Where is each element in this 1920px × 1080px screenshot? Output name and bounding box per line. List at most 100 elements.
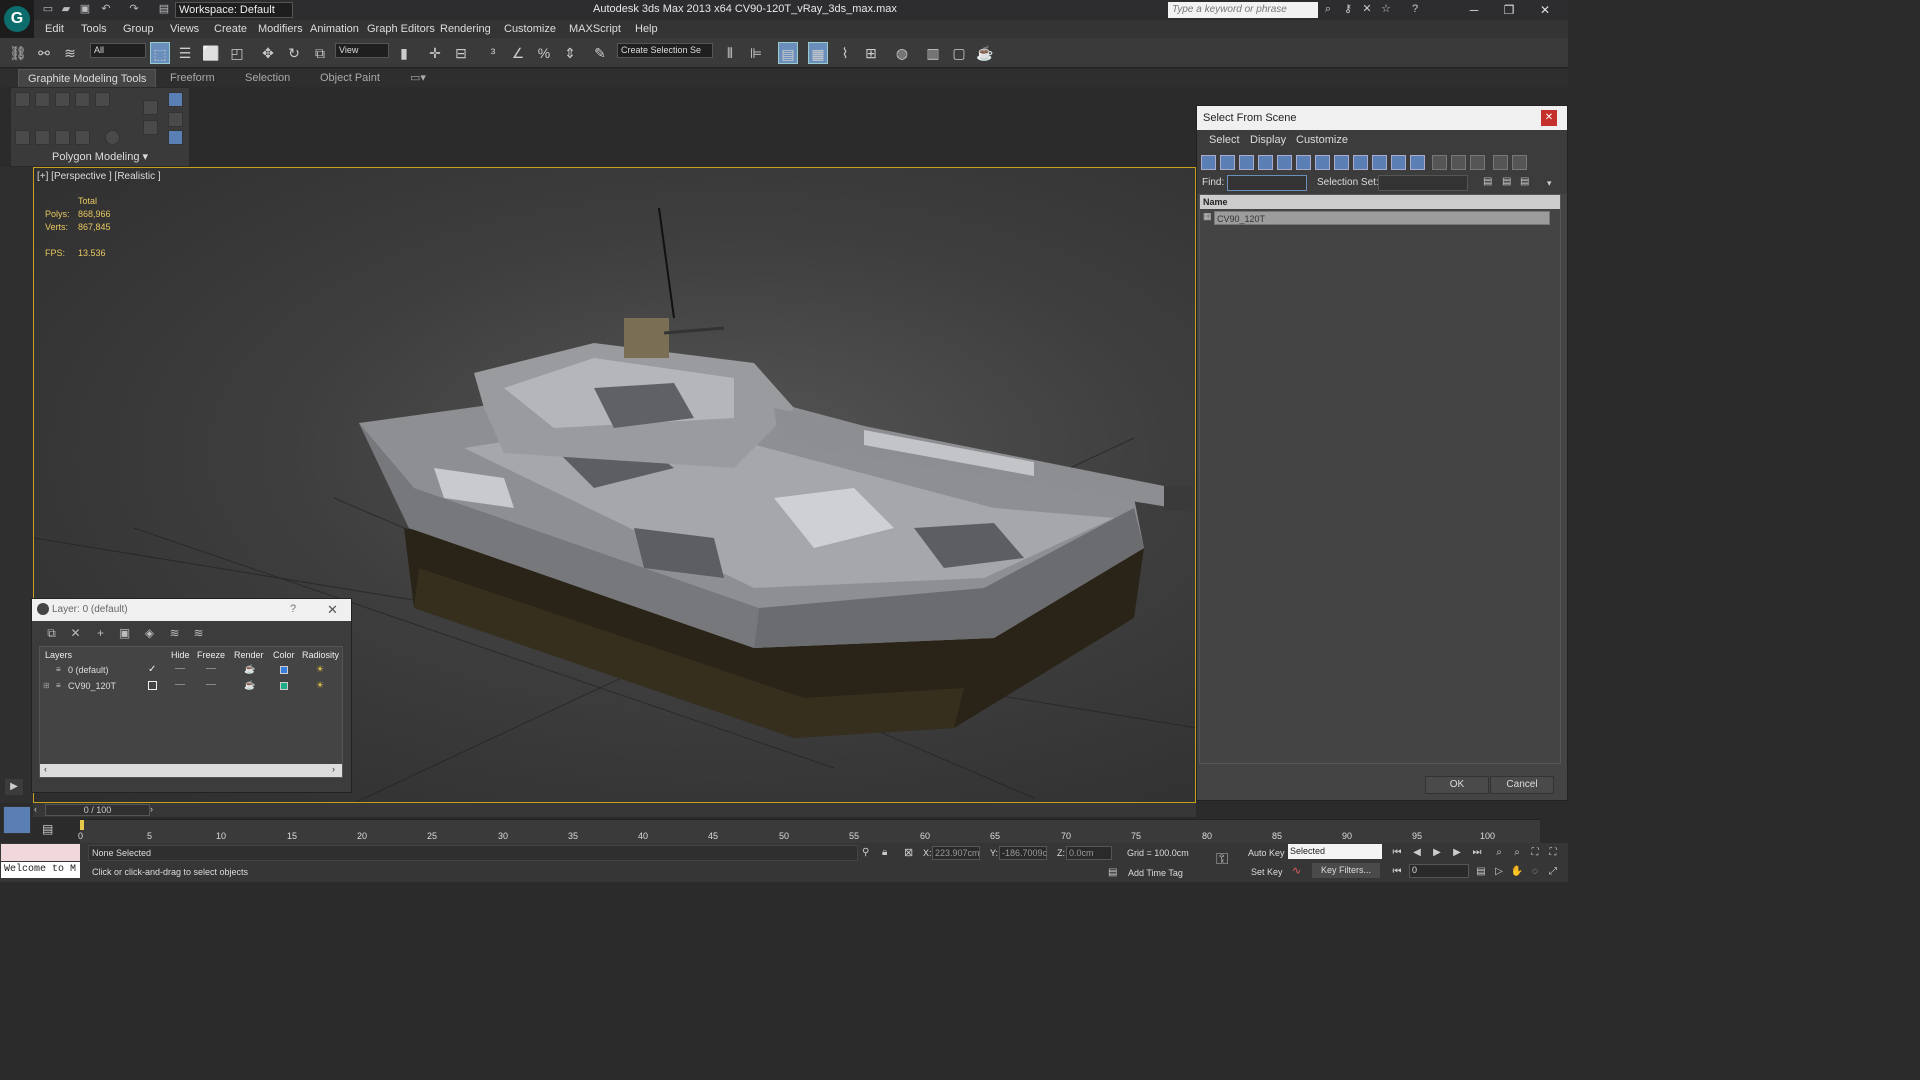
- selection-set-tool-icon[interactable]: ▤: [1483, 176, 1497, 190]
- menu-customize[interactable]: Customize: [504, 21, 556, 37]
- zoom-extents-icon[interactable]: ⛶: [1528, 846, 1542, 860]
- time-marker[interactable]: [80, 820, 84, 830]
- layer-color-swatch[interactable]: [280, 682, 288, 690]
- display-none-icon[interactable]: [1451, 155, 1466, 170]
- ribbon-tool-icon[interactable]: [75, 92, 90, 107]
- cancel-button[interactable]: Cancel: [1490, 776, 1554, 794]
- select-object-icon[interactable]: ⬚: [150, 42, 170, 64]
- key-filters-button[interactable]: Key Filters...: [1312, 863, 1380, 878]
- undo-icon[interactable]: ↶: [98, 2, 114, 17]
- time-slider[interactable]: 0 / 100: [45, 804, 150, 816]
- menu-animation[interactable]: Animation: [310, 21, 359, 37]
- selection-lock-icon[interactable]: 🔒︎: [882, 847, 887, 858]
- ribbon-tool-icon[interactable]: [168, 112, 183, 127]
- filter-containers-icon[interactable]: [1372, 155, 1387, 170]
- edit-named-selection-icon[interactable]: ✎: [590, 42, 610, 64]
- percent-snap-icon[interactable]: %: [534, 42, 554, 64]
- tab-selection[interactable]: Selection: [245, 71, 290, 85]
- ok-button[interactable]: OK: [1425, 776, 1489, 794]
- set-key-icon[interactable]: ⚿: [1216, 851, 1228, 869]
- scroll-left-icon[interactable]: ‹: [44, 764, 47, 774]
- ribbon-tool-icon[interactable]: [168, 92, 183, 107]
- menu-display[interactable]: Display: [1250, 134, 1286, 146]
- rendered-frame-window-icon[interactable]: ▢: [949, 42, 969, 64]
- maximize-viewport-icon[interactable]: ⤢: [1546, 865, 1560, 879]
- filter-lights-icon[interactable]: [1239, 155, 1254, 170]
- menu-create[interactable]: Create: [214, 21, 247, 37]
- radiosity-icon[interactable]: ☀: [316, 680, 324, 691]
- pivot-center-icon[interactable]: ▮: [394, 42, 414, 64]
- key-curve-icon[interactable]: ∿: [1292, 864, 1301, 877]
- search-input[interactable]: Type a keyword or phrase: [1168, 2, 1318, 18]
- tab-freeform[interactable]: Freeform: [170, 71, 215, 85]
- ribbon-tool-icon[interactable]: [95, 92, 110, 107]
- display-invert-icon[interactable]: [1470, 155, 1485, 170]
- table-row[interactable]: ⊞ ≡ CV90_120T ☕ ☀: [40, 680, 342, 694]
- freeze-toggle[interactable]: [206, 684, 216, 685]
- ribbon-tool-icon[interactable]: [75, 130, 90, 145]
- time-prev-icon[interactable]: ‹: [34, 804, 44, 816]
- render-production-icon[interactable]: ☕: [975, 42, 995, 64]
- find-input[interactable]: [1227, 175, 1307, 191]
- ribbon-tool-icon[interactable]: [105, 130, 120, 145]
- column-header-name[interactable]: Name: [1200, 195, 1560, 209]
- window-crossing-icon[interactable]: ◰: [227, 42, 247, 64]
- mini-listener-icon[interactable]: [3, 806, 31, 834]
- spinner-snap-icon[interactable]: ⇕: [560, 42, 580, 64]
- move-icon[interactable]: ✥: [258, 42, 278, 64]
- column-header-hide[interactable]: Hide: [171, 650, 190, 660]
- ribbon-tool-icon[interactable]: [35, 130, 50, 145]
- menu-group[interactable]: Group: [123, 21, 154, 37]
- filter-groups-icon[interactable]: [1315, 155, 1330, 170]
- graphite-toggle-icon[interactable]: ▦: [808, 42, 828, 64]
- delete-layer-icon[interactable]: ✕: [68, 626, 83, 641]
- save-icon[interactable]: ▣: [77, 2, 93, 17]
- filter-bones-icon[interactable]: [1353, 155, 1368, 170]
- layer-name[interactable]: 0 (default): [68, 665, 109, 675]
- ribbon-options-icon[interactable]: ▭▾: [410, 71, 426, 85]
- freeze-all-icon[interactable]: ≋: [191, 626, 206, 641]
- maxscript-listener-input[interactable]: Welcome to M: [1, 862, 80, 878]
- filter-hidden-icon[interactable]: [1410, 155, 1425, 170]
- scale-icon[interactable]: ⧉: [310, 42, 330, 64]
- column-header-render[interactable]: Render: [234, 650, 264, 660]
- align-icon[interactable]: ⊫: [746, 42, 766, 64]
- layer-color-swatch[interactable]: [280, 666, 288, 674]
- app-logo-icon[interactable]: G: [0, 0, 34, 38]
- workspace-dropdown[interactable]: Workspace: Default: [175, 2, 293, 18]
- maximize-button[interactable]: ❐: [1497, 2, 1521, 18]
- keyboard-shortcut-override-icon[interactable]: ⊟: [451, 42, 471, 64]
- hide-toggle[interactable]: [175, 668, 185, 669]
- display-all-icon[interactable]: [1432, 155, 1447, 170]
- key-mode-toggle-icon[interactable]: ⏮: [1390, 865, 1404, 879]
- orbit-icon[interactable]: ◌: [1528, 865, 1542, 879]
- radiosity-icon[interactable]: ☀: [316, 664, 324, 675]
- material-editor-icon[interactable]: ◍: [892, 42, 912, 64]
- column-header-radiosity[interactable]: Radiosity: [302, 650, 339, 660]
- open-file-icon[interactable]: ▰: [58, 2, 74, 17]
- schematic-view-icon[interactable]: ⊞: [861, 42, 881, 64]
- filter-frozen-icon[interactable]: [1391, 155, 1406, 170]
- go-to-start-icon[interactable]: ⏮: [1390, 846, 1404, 860]
- x-coordinate-field[interactable]: 223.907cm: [932, 846, 980, 860]
- menu-help[interactable]: Help: [635, 21, 658, 37]
- project-folder-icon[interactable]: ▤: [156, 2, 172, 17]
- close-icon[interactable]: ✕: [1541, 110, 1557, 126]
- unlink-icon[interactable]: ⚯: [34, 42, 54, 64]
- hide-toggle[interactable]: [175, 684, 185, 685]
- ribbon-tool-icon[interactable]: [35, 92, 50, 107]
- ribbon-tool-icon[interactable]: [15, 92, 30, 107]
- menu-rendering[interactable]: Rendering: [440, 21, 491, 37]
- ribbon-tool-icon[interactable]: [15, 130, 30, 145]
- next-frame-icon[interactable]: ▶: [1450, 846, 1464, 860]
- filter-helpers-icon[interactable]: [1277, 155, 1292, 170]
- minimize-button[interactable]: ─: [1462, 2, 1486, 18]
- hierarchy-icon[interactable]: [1512, 155, 1527, 170]
- filter-cameras-icon[interactable]: [1258, 155, 1273, 170]
- bind-space-warp-icon[interactable]: ≋: [60, 42, 80, 64]
- menu-modifiers[interactable]: Modifiers: [258, 21, 303, 37]
- select-in-layer-icon[interactable]: ▣: [117, 626, 132, 641]
- tab-object-paint[interactable]: Object Paint: [320, 71, 380, 85]
- column-header-color[interactable]: Color: [273, 650, 295, 660]
- freeze-toggle[interactable]: [206, 668, 216, 669]
